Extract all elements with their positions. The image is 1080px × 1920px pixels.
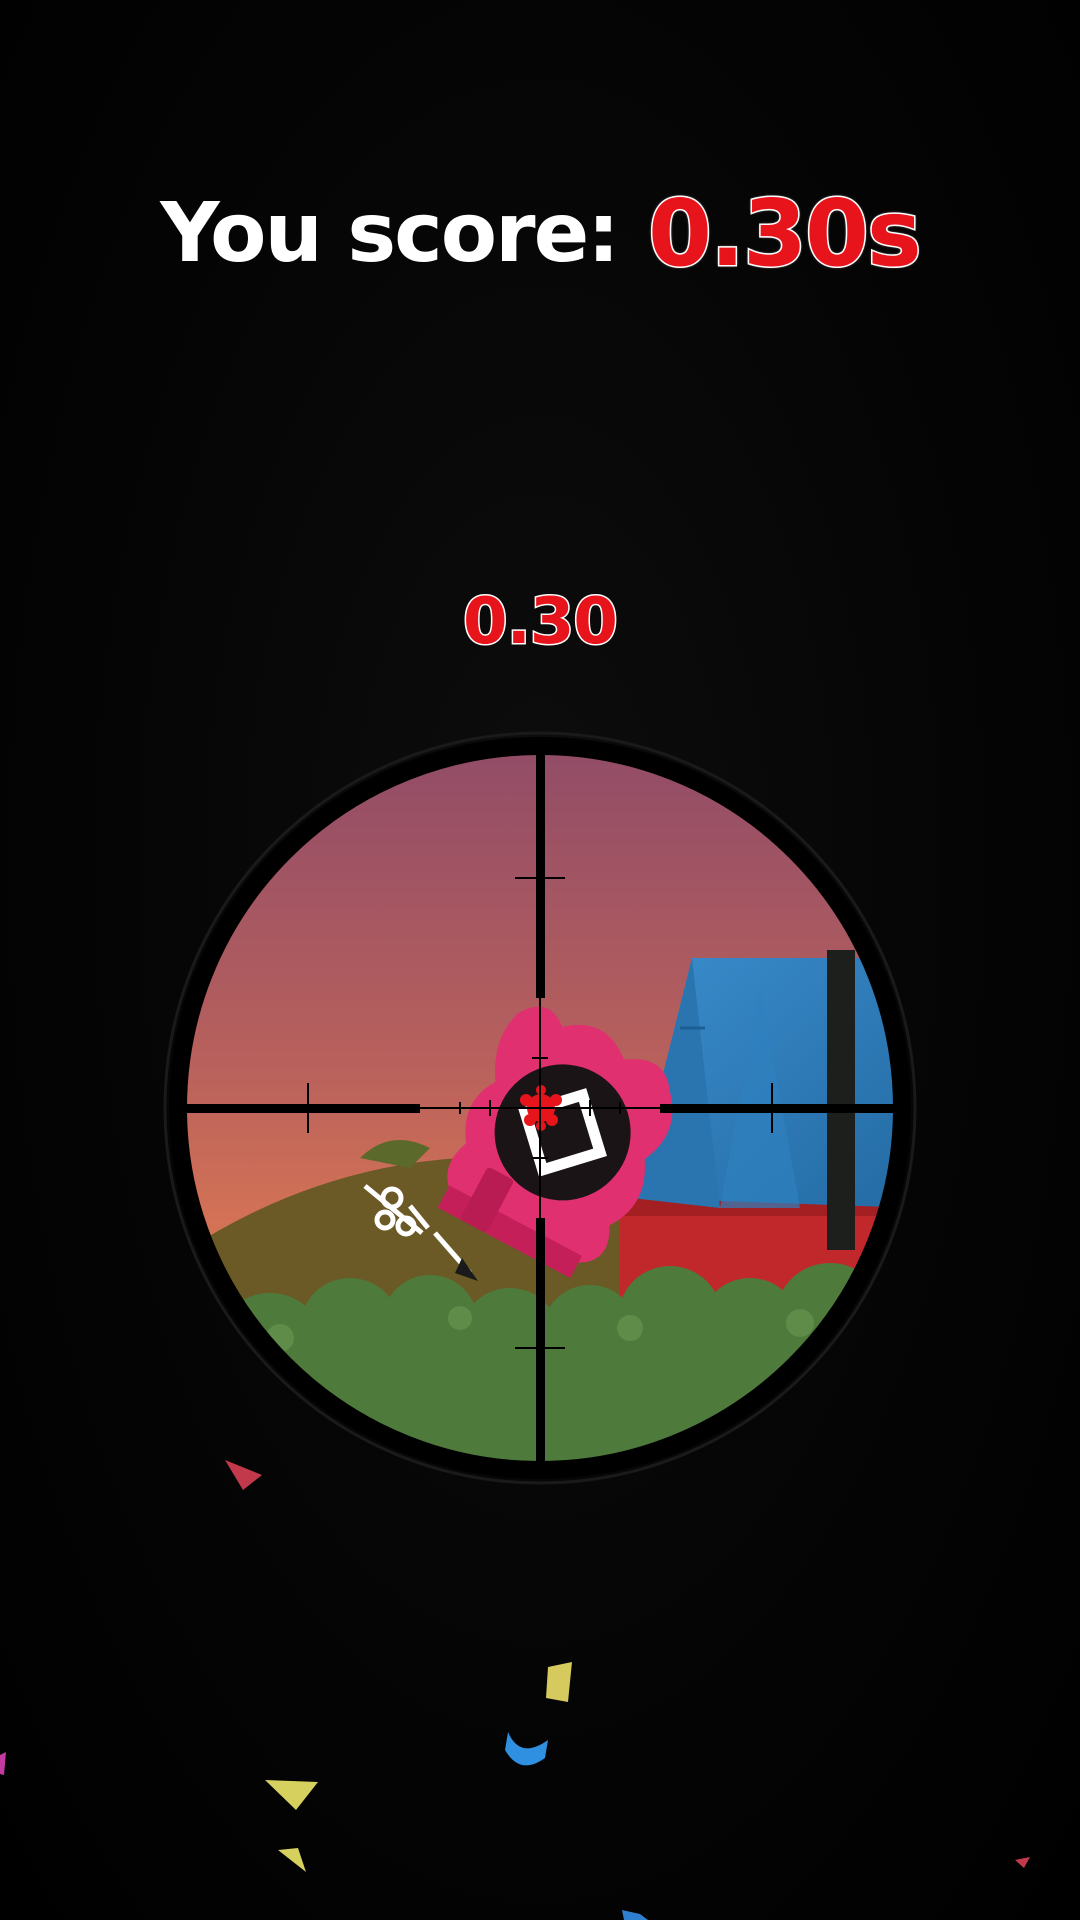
reaction-timer: 0.30	[462, 584, 620, 661]
game-screen: You score: 0.30s 0.30	[0, 0, 1080, 1920]
score-value: 0.30s	[646, 179, 923, 289]
score-banner: You score: 0.30s	[0, 179, 1080, 289]
confetti	[0, 1460, 1030, 1920]
post	[827, 950, 855, 1250]
score-label: You score:	[160, 186, 620, 281]
sniper-scope[interactable]	[160, 728, 920, 1488]
